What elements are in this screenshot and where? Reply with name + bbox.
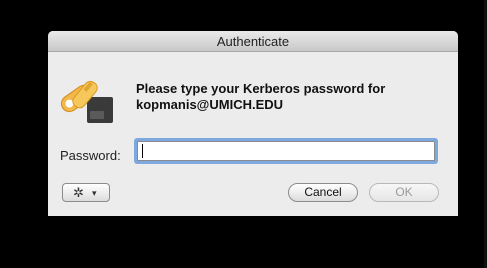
chevron-down-icon: ▾ (92, 188, 97, 198)
password-label: Password: (60, 148, 121, 163)
ok-button[interactable]: OK (369, 183, 439, 202)
password-field[interactable] (137, 141, 435, 161)
gear-icon: ✲ (73, 185, 84, 200)
keys-icon (60, 80, 113, 123)
auth-message: Please type your Kerberos password for k… (136, 81, 386, 112)
titlebar[interactable]: Authenticate (48, 31, 458, 52)
gear-menu-button[interactable]: ✲ ▾ (62, 183, 110, 202)
cancel-button[interactable]: Cancel (288, 183, 358, 202)
authenticate-dialog: Authenticate Please type your Kerberos p… (48, 31, 458, 216)
window-title: Authenticate (216, 34, 290, 49)
text-caret (142, 144, 143, 158)
